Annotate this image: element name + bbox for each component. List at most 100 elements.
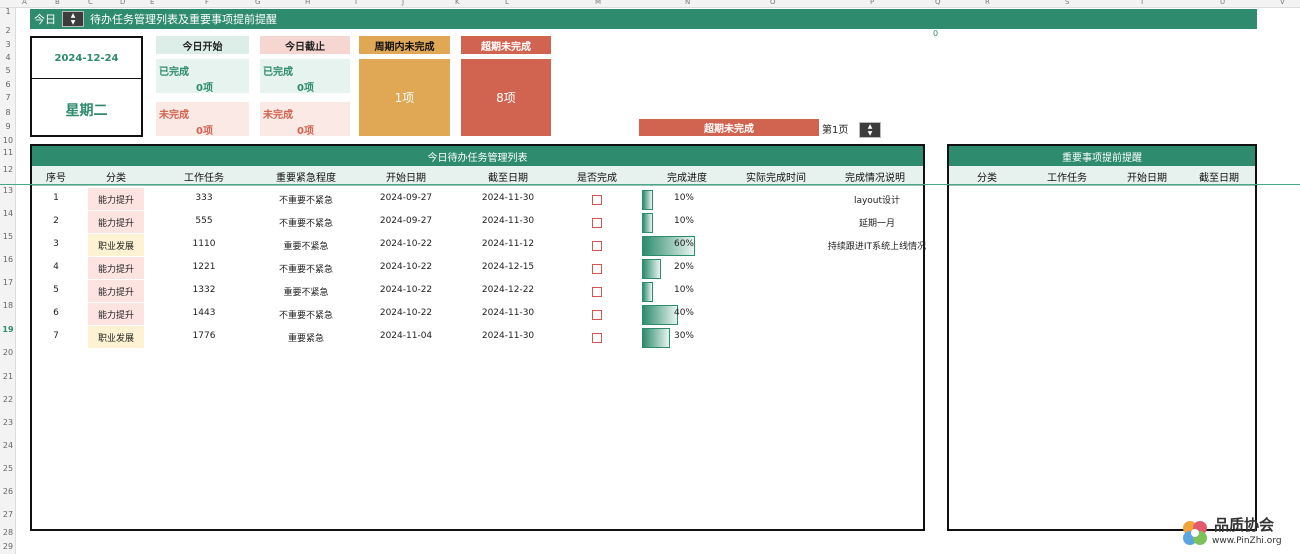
row-number[interactable]: 8 (0, 108, 16, 117)
today-due-done-count: 0项 (297, 83, 314, 94)
column-letter[interactable]: S (1065, 0, 1069, 6)
row-number[interactable]: 5 (0, 66, 16, 75)
task-column-header: 实际完成时间 (746, 173, 806, 184)
column-letter[interactable]: M (595, 0, 601, 6)
row-number[interactable]: 25 (0, 464, 16, 473)
page-down-icon[interactable]: ▼ (860, 130, 880, 137)
overdue-page-number: 第1页 (822, 125, 849, 136)
row-number[interactable]: 17 (0, 278, 16, 287)
column-letter[interactable]: T (1140, 0, 1144, 6)
row-number-cell: 3 (53, 239, 59, 249)
reminder-column-headers: 分类 工作任务 开始日期 截至日期 (949, 166, 1255, 186)
row-number[interactable]: 15 (0, 232, 16, 241)
row-number[interactable]: 10 (0, 136, 16, 145)
reminder-panel-title: 重要事项提前提醒 (949, 146, 1255, 166)
column-letter[interactable]: I (355, 0, 357, 6)
column-letter[interactable]: R (985, 0, 990, 6)
done-checkbox[interactable] (592, 218, 602, 228)
column-letter[interactable]: K (455, 0, 460, 6)
done-checkbox[interactable] (592, 264, 602, 274)
overdue-pager-label: 超期未完成 (639, 119, 819, 136)
column-letter[interactable]: U (1220, 0, 1225, 6)
column-letter[interactable]: E (150, 0, 154, 6)
row-number[interactable]: 20 (0, 348, 16, 357)
today-start-done-label: 已完成 (159, 67, 189, 78)
column-letter[interactable]: O (770, 0, 776, 6)
spin-down-icon[interactable]: ▼ (63, 19, 83, 26)
row-number[interactable]: 16 (0, 255, 16, 264)
category-cell: 能力提升 (88, 188, 144, 210)
column-letter[interactable]: G (255, 0, 260, 6)
row-number[interactable]: 11 (0, 148, 16, 157)
due-date-cell: 2024-11-12 (481, 239, 535, 249)
page-spinner[interactable]: ▲ ▼ (859, 120, 881, 138)
row-number[interactable]: 18 (0, 301, 16, 310)
row-number[interactable]: 4 (0, 53, 16, 62)
done-checkbox[interactable] (592, 310, 602, 320)
current-date: 2024-12-24 (54, 53, 119, 64)
row-number[interactable]: 27 (0, 510, 16, 519)
column-letter[interactable]: V (1280, 0, 1285, 6)
column-letter[interactable]: L (505, 0, 509, 6)
row-number[interactable]: 24 (0, 441, 16, 450)
progress-text: 60% (673, 239, 694, 249)
start-date-cell: 2024-11-04 (379, 331, 433, 341)
category-cell: 能力提升 (88, 257, 144, 279)
column-letter[interactable]: B (55, 0, 60, 6)
column-header-bar: A B C D E F G H I J K L M N O P Q R S T U V (0, 0, 1300, 8)
progress-text: 20% (673, 262, 694, 272)
column-letter[interactable]: F (205, 0, 209, 6)
progress-text: 30% (673, 331, 694, 341)
today-start-todo-count: 0项 (196, 126, 213, 137)
task-cell: 1221 (192, 262, 216, 272)
row-number[interactable]: 7 (0, 93, 16, 102)
page-up-icon[interactable]: ▲ (860, 123, 880, 130)
row-number[interactable]: 23 (0, 418, 16, 427)
column-letter[interactable]: C (88, 0, 93, 6)
today-start-done-count: 0项 (196, 83, 213, 94)
today-label: 今日 (34, 13, 56, 26)
done-checkbox[interactable] (592, 287, 602, 297)
date-divider (32, 78, 141, 79)
task-column-header: 分类 (106, 173, 126, 184)
today-start-todo-card: 未完成 0项 (156, 102, 249, 137)
done-checkbox[interactable] (592, 195, 602, 205)
note-cell: 延期一月 (858, 219, 895, 229)
task-column-header: 工作任务 (184, 173, 224, 184)
column-letter[interactable]: J (402, 0, 404, 6)
row-number[interactable]: 13 (0, 186, 16, 195)
row-number[interactable]: 28 (0, 528, 16, 537)
column-letter[interactable]: Q (935, 0, 941, 6)
column-letter[interactable]: D (120, 0, 125, 6)
progress-text: 10% (673, 193, 694, 203)
reminder-column-header: 开始日期 (1127, 173, 1167, 184)
progress-text: 10% (673, 216, 694, 226)
task-column-header: 截至日期 (488, 173, 528, 184)
category-cell: 能力提升 (88, 280, 144, 302)
row-number[interactable]: 12 (0, 165, 16, 174)
row-number-cell: 4 (53, 262, 59, 272)
task-cell: 333 (195, 193, 213, 203)
row-number[interactable]: 22 (0, 395, 16, 404)
done-checkbox[interactable] (592, 241, 602, 251)
note-cell: 持续跟进IT系统上线情况 (827, 242, 927, 252)
row-number[interactable]: 1 (0, 7, 16, 16)
done-checkbox[interactable] (592, 333, 602, 343)
column-letter[interactable]: N (685, 0, 690, 6)
row-number[interactable]: 14 (0, 209, 16, 218)
today-due-header: 今日截止 (260, 36, 350, 54)
row-number[interactable]: 2 (0, 26, 16, 35)
date-spinner[interactable]: ▲ ▼ (62, 11, 84, 27)
title-banner: 今日 ▲ ▼ 待办任务管理列表及重要事项提前提醒 (30, 9, 1257, 29)
row-number[interactable]: 19 (0, 325, 16, 334)
column-letter[interactable]: P (870, 0, 874, 6)
row-number[interactable]: 29 (0, 542, 16, 551)
row-number[interactable]: 21 (0, 372, 16, 381)
row-number[interactable]: 9 (0, 122, 16, 131)
row-number[interactable]: 26 (0, 487, 16, 496)
column-letter[interactable]: H (305, 0, 310, 6)
row-number[interactable]: 6 (0, 80, 16, 89)
column-letter[interactable]: A (22, 0, 27, 6)
row-number[interactable]: 3 (0, 40, 16, 49)
spin-up-icon[interactable]: ▲ (63, 12, 83, 19)
